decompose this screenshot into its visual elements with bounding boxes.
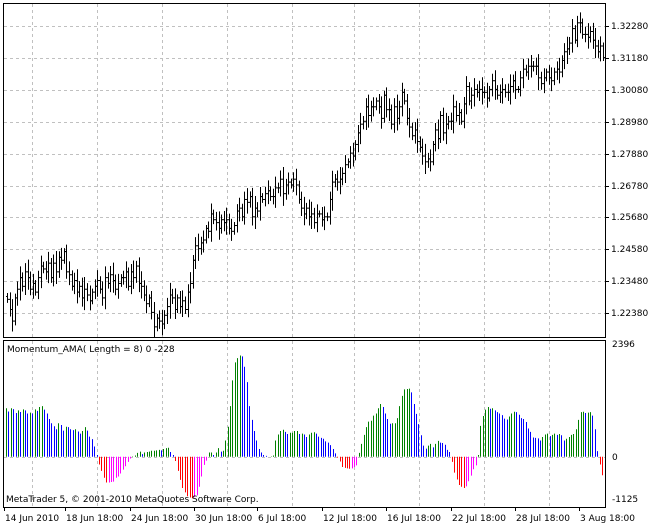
indicator-tick-label: 2396 (612, 340, 635, 350)
price-panel-frame (3, 3, 606, 338)
time-tick-label: 12 Jul 18:00 (323, 514, 377, 524)
time-tick-label: 6 Jul 18:00 (258, 514, 307, 524)
time-tick-label: 24 Jun 18:00 (131, 514, 188, 524)
indicator-tick-label: 0 (612, 453, 618, 463)
time-tick-label: 28 Jul 18:00 (516, 514, 570, 524)
copyright-text: MetaTrader 5, © 2001-2010 MetaQuotes Sof… (6, 495, 259, 505)
indicator-label: Momentum_AMA( Length = 8) 0 -228 (7, 345, 175, 355)
price-tick-label: 1.30080 (611, 86, 648, 96)
price-tick-label: 1.27880 (611, 150, 648, 160)
time-tick-label: 16 Jul 18:00 (387, 514, 441, 524)
indicator-panel[interactable]: 2396 0 -1125 Momentum_AMA( Length = 8) 0 -… (3, 340, 639, 508)
indicator-axis: 2396 0 -1125 (612, 340, 638, 505)
indicator-tick-label: -1125 (612, 495, 638, 505)
price-tick-label: 1.23480 (611, 277, 648, 287)
time-tick-label: 14 Jun 2010 (5, 514, 59, 524)
price-tick-label: 1.26780 (611, 182, 648, 192)
price-tick-label: 1.25680 (611, 213, 648, 223)
price-tick-label: 1.24580 (611, 245, 648, 255)
price-axis: 1.32280 1.31180 1.30080 1.28980 1.27880 1.267… (605, 22, 648, 319)
time-axis: 14 Jun 2010 18 Jun 18:00 24 Jun 18:00 30 Ju… (4, 507, 635, 524)
indicator-panel-frame (3, 340, 606, 508)
price-tick-label: 1.28980 (611, 118, 648, 128)
time-tick-label: 3 Aug 18:00 (580, 514, 635, 524)
price-tick-label: 1.22380 (611, 309, 648, 319)
chart-window[interactable]: 1.32280 1.31180 1.30080 1.28980 1.27880 1.267… (0, 0, 659, 528)
time-tick-label: 18 Jun 18:00 (66, 514, 123, 524)
price-panel[interactable]: 1.32280 1.31180 1.30080 1.28980 1.27880 1.267… (3, 3, 649, 338)
time-tick-label: 22 Jul 18:00 (452, 514, 506, 524)
price-tick-label: 1.32280 (611, 22, 648, 32)
time-tick-label: 30 Jun 18:00 (195, 514, 252, 524)
price-tick-label: 1.31180 (611, 54, 648, 64)
